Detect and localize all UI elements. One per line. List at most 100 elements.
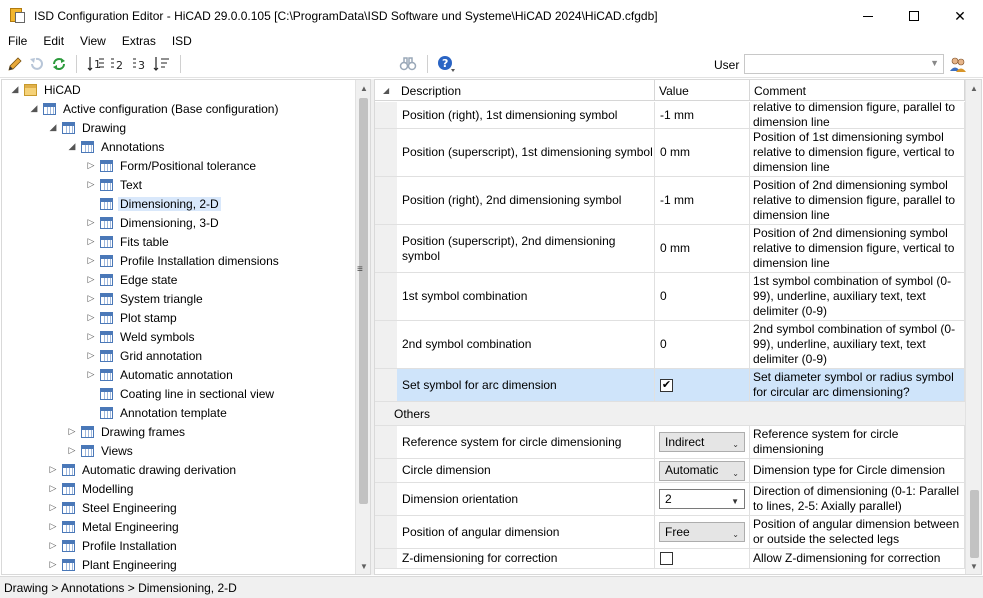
value-combo[interactable]: Free ⌄ xyxy=(659,522,745,542)
cell-value[interactable]: Automatic ⌄ xyxy=(655,459,750,482)
collapsed-arrow-icon[interactable]: ▷ xyxy=(85,346,97,365)
collapsed-arrow-icon[interactable]: ▷ xyxy=(47,498,59,517)
grid-row[interactable]: Position (right), 2nd dimensioning symbo… xyxy=(375,177,965,225)
tree-scrollbar[interactable]: ▲ ▼ xyxy=(355,80,370,574)
tree-item[interactable]: ▷ Drawing frames xyxy=(66,422,187,441)
tree-item[interactable]: ◢ Drawing xyxy=(47,118,128,137)
grid-row[interactable]: Reference system for circle dimensioning… xyxy=(375,426,965,459)
grid-scroll-thumb[interactable] xyxy=(970,490,979,558)
expanded-arrow-icon[interactable]: ◢ xyxy=(9,80,21,99)
collapsed-arrow-icon[interactable]: ▷ xyxy=(85,289,97,308)
grid-row[interactable]: Dimension orientation 2 ▼ Direction of dime… xyxy=(375,483,965,516)
menu-view[interactable]: View xyxy=(72,34,114,48)
collapsed-arrow-icon[interactable]: ▷ xyxy=(85,327,97,346)
tree-item[interactable]: ▷ Plot stamp xyxy=(85,308,179,327)
user-combo[interactable]: ▼ xyxy=(744,54,944,74)
scroll-up-icon[interactable]: ▲ xyxy=(356,80,370,96)
grid-row[interactable]: Z-dimensioning for correction Allow Z-dim… xyxy=(375,549,965,569)
sort-3-button[interactable]: 3 xyxy=(131,55,149,73)
collapsed-arrow-icon[interactable]: ▷ xyxy=(85,175,97,194)
menu-extras[interactable]: Extras xyxy=(114,34,164,48)
collapsed-arrow-icon[interactable]: ▷ xyxy=(85,156,97,175)
tree-item[interactable]: ◢ HiCAD xyxy=(9,80,83,99)
cell-value[interactable] xyxy=(655,549,750,568)
grid-row[interactable]: Position (right), 1st dimensioning symbo… xyxy=(375,102,965,129)
tree-item[interactable]: Annotation template xyxy=(85,403,229,422)
sort-4-button[interactable] xyxy=(153,55,171,73)
tree-item[interactable]: ▷ Automatic annotation xyxy=(85,365,235,384)
value-checkbox[interactable]: ✔ xyxy=(660,378,673,392)
tree-item[interactable]: ▷ Profile Installation xyxy=(47,536,179,555)
grid-row[interactable]: 1st symbol combination 0 1st symbol combin… xyxy=(375,273,965,321)
menu-isd[interactable]: ISD xyxy=(164,34,200,48)
close-button[interactable]: ✕ xyxy=(937,0,983,32)
cell-value[interactable]: Free ⌄ xyxy=(655,516,750,548)
maximize-button[interactable] xyxy=(891,0,937,32)
collapsed-arrow-icon[interactable]: ▷ xyxy=(47,460,59,479)
tree-item[interactable]: ▷ Metal Engineering xyxy=(47,517,181,536)
cell-value[interactable]: 0 xyxy=(655,321,750,368)
splitter-grip-icon[interactable]: ≡ xyxy=(357,264,363,275)
tree-item[interactable]: ▷ Fits table xyxy=(85,232,171,251)
collapsed-arrow-icon[interactable]: ▷ xyxy=(47,536,59,555)
help-button[interactable]: ? xyxy=(437,55,455,73)
config-tree[interactable]: ◢ HiCAD ◢ Active configuration (Base config… xyxy=(1,79,371,575)
grid-scrollbar[interactable]: ▲ ▼ xyxy=(965,80,981,574)
edit-button[interactable] xyxy=(6,55,24,73)
sort-2-button[interactable]: 2 xyxy=(109,55,127,73)
tree-item[interactable]: ▷ Automatic drawing derivation xyxy=(47,460,238,479)
tree-item[interactable]: ▷ Steel Engineering xyxy=(47,498,179,517)
cell-value[interactable]: 0 mm xyxy=(655,129,750,176)
value-combo[interactable]: 2 ▼ xyxy=(659,489,745,509)
column-description[interactable]: Description xyxy=(397,80,655,101)
tree-item[interactable]: ▷ Profile Installation dimensions xyxy=(85,251,281,270)
tree-item[interactable]: Coating line in sectional view xyxy=(85,384,276,403)
menu-edit[interactable]: Edit xyxy=(35,34,72,48)
grid-row[interactable]: 2nd symbol combination 0 2nd symbol combin… xyxy=(375,321,965,369)
undo-button[interactable] xyxy=(27,55,45,73)
collapse-icon[interactable]: ◢ xyxy=(383,86,389,95)
expanded-arrow-icon[interactable]: ◢ xyxy=(47,118,59,137)
collapsed-arrow-icon[interactable]: ▷ xyxy=(66,422,78,441)
refresh-button[interactable] xyxy=(50,55,68,73)
cell-value[interactable]: 0 mm xyxy=(655,225,750,272)
expanded-arrow-icon[interactable]: ◢ xyxy=(28,99,40,118)
users-button[interactable] xyxy=(949,55,967,73)
group-header-others[interactable]: Others xyxy=(375,402,965,426)
cell-value[interactable]: -1 mm xyxy=(655,177,750,224)
minimize-button[interactable] xyxy=(845,0,891,32)
collapsed-arrow-icon[interactable]: ▷ xyxy=(66,441,78,460)
scroll-down-icon[interactable]: ▼ xyxy=(966,558,981,574)
tree-scroll-thumb[interactable] xyxy=(359,98,368,504)
value-checkbox[interactable] xyxy=(660,552,673,565)
collapsed-arrow-icon[interactable]: ▷ xyxy=(85,365,97,384)
cell-value[interactable]: Indirect ⌄ xyxy=(655,426,750,458)
collapsed-arrow-icon[interactable]: ▷ xyxy=(47,517,59,536)
tree-item[interactable]: ▷ Form/Positional tolerance xyxy=(85,156,258,175)
tree-item[interactable]: ▷ Weld symbols xyxy=(85,327,196,346)
tree-item[interactable]: ▷ Modelling xyxy=(47,479,135,498)
collapsed-arrow-icon[interactable]: ▷ xyxy=(85,270,97,289)
sort-1-button[interactable]: 1 xyxy=(87,55,105,73)
collapsed-arrow-icon[interactable]: ▷ xyxy=(47,479,59,498)
grid-row[interactable]: Position (superscript), 1st dimensioning… xyxy=(375,129,965,177)
grid-row[interactable]: Position (superscript), 2nd dimensioning… xyxy=(375,225,965,273)
tree-item[interactable]: ▷ Edge state xyxy=(85,270,179,289)
tree-item[interactable]: ◢ Annotations xyxy=(66,137,166,156)
collapsed-arrow-icon[interactable]: ▷ xyxy=(85,232,97,251)
column-comment[interactable]: Comment xyxy=(750,80,965,101)
value-combo[interactable]: Automatic ⌄ xyxy=(659,460,745,481)
collapsed-arrow-icon[interactable]: ▷ xyxy=(85,213,97,232)
tree-item[interactable]: ▷ System triangle xyxy=(85,289,205,308)
scroll-down-icon[interactable]: ▼ xyxy=(356,558,370,574)
tree-item[interactable]: ▷ Plant Engineering xyxy=(47,555,179,574)
column-value[interactable]: Value xyxy=(655,80,750,101)
cell-value[interactable]: 0 xyxy=(655,273,750,320)
cell-value[interactable]: 2 ▼ xyxy=(655,483,750,515)
scroll-up-icon[interactable]: ▲ xyxy=(966,80,981,96)
tree-item[interactable]: ◢ Active configuration (Base configuratio… xyxy=(28,99,280,118)
value-combo[interactable]: Indirect ⌄ xyxy=(659,432,745,452)
cell-value[interactable]: -1 mm xyxy=(655,102,750,128)
collapsed-arrow-icon[interactable]: ▷ xyxy=(85,251,97,270)
cell-value[interactable]: ✔ xyxy=(655,369,750,401)
